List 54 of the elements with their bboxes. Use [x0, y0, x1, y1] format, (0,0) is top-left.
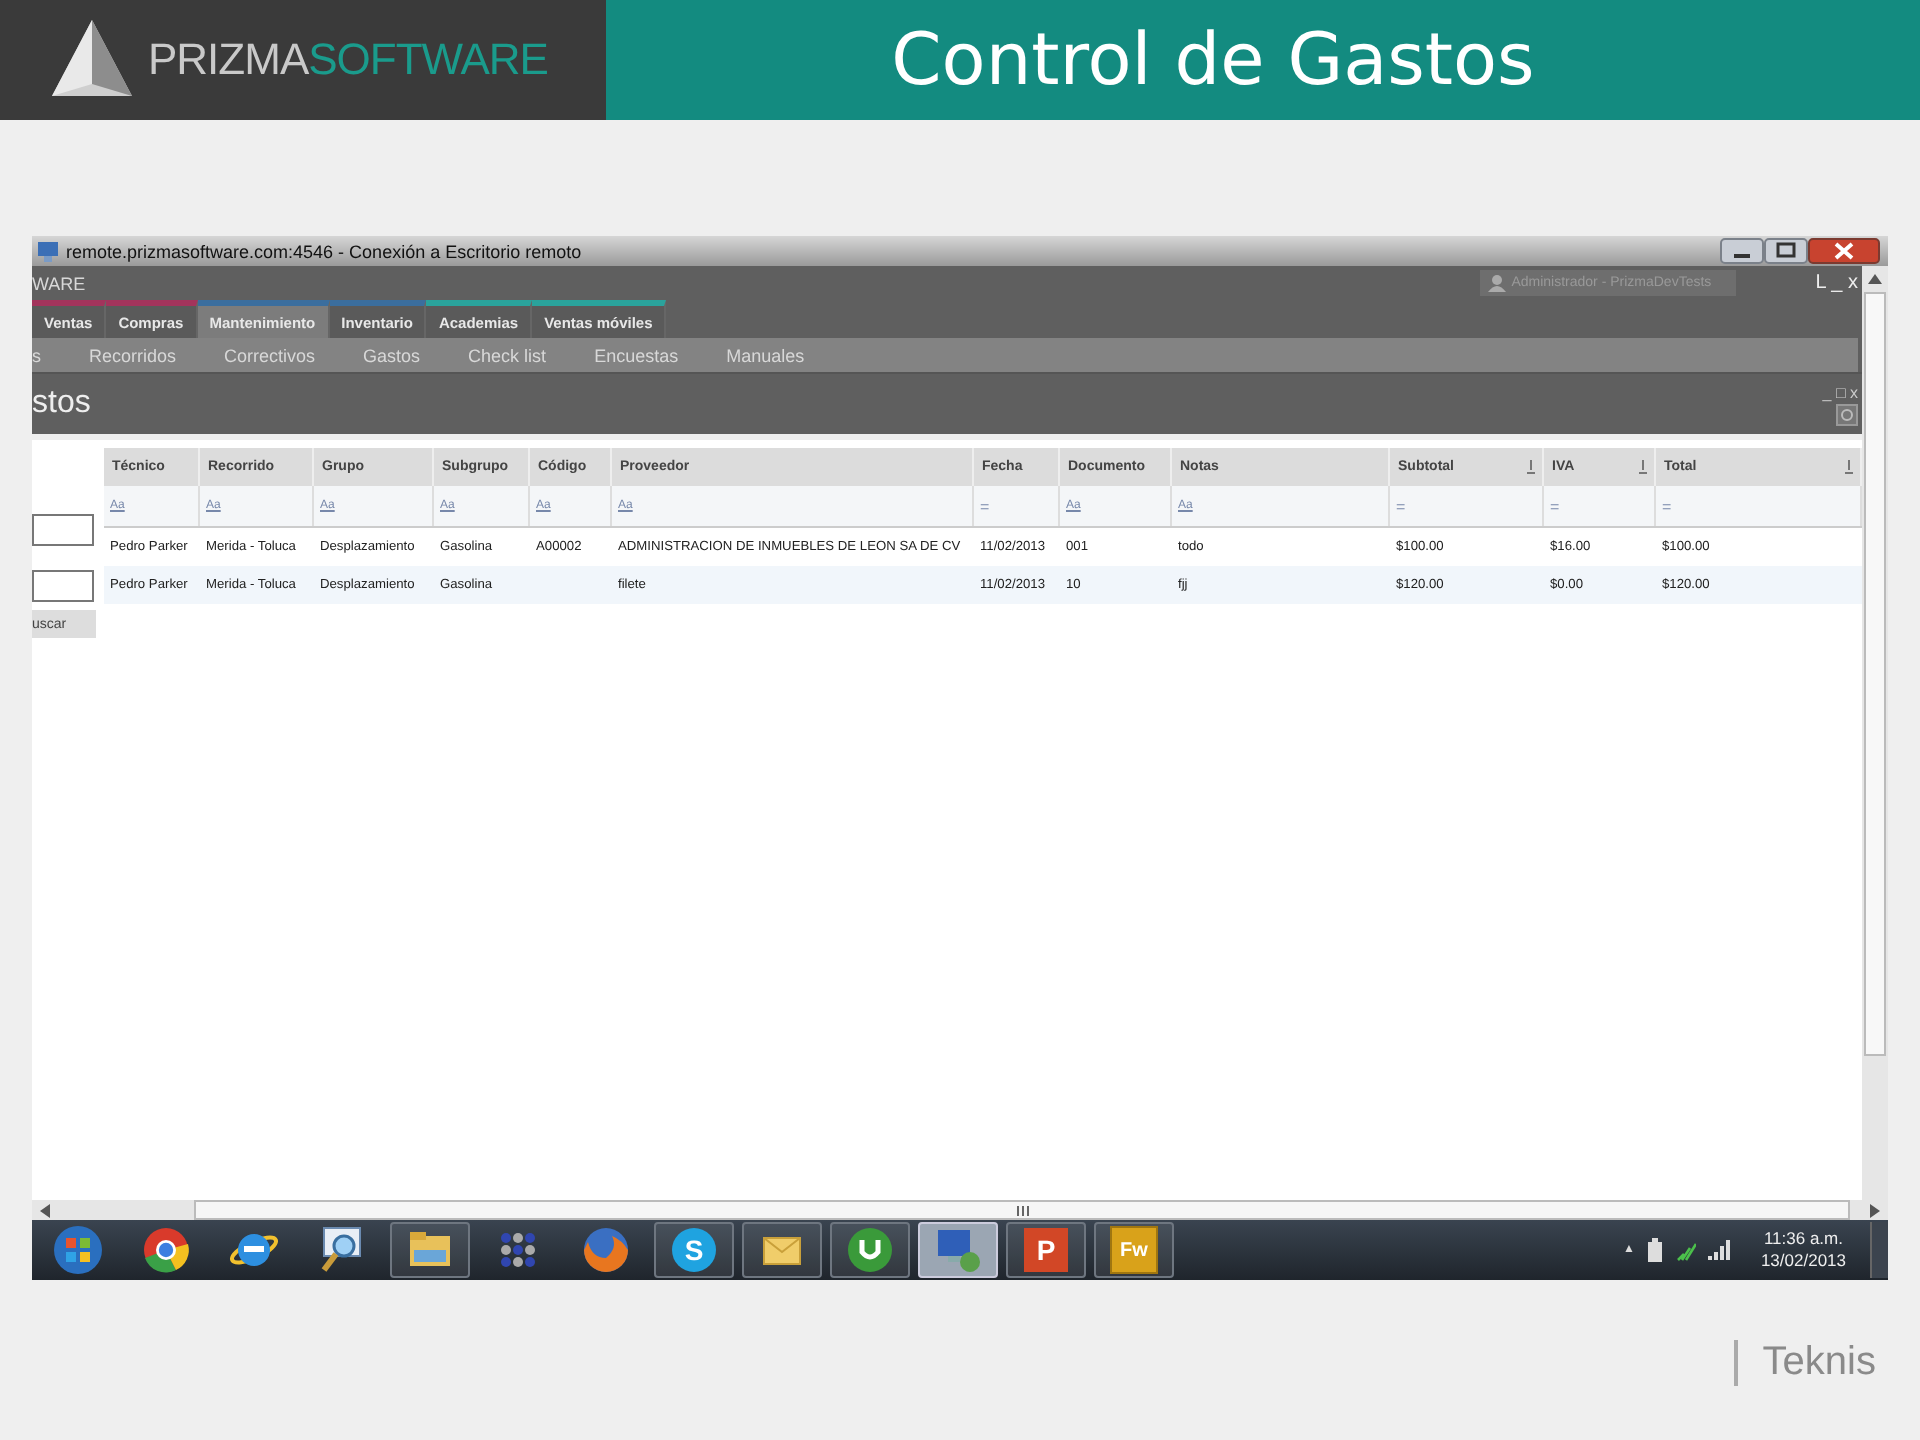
page-title: stos — [32, 386, 91, 422]
scroll-left-icon[interactable] — [40, 1203, 50, 1217]
pin-icon[interactable] — [1844, 460, 1854, 474]
torrent-icon — [842, 1222, 898, 1278]
submenu-item[interactable]: Check list — [468, 345, 547, 365]
taskbar-button[interactable] — [390, 1222, 470, 1278]
logo-text: PRIZMASOFTWARE — [148, 34, 548, 86]
close-icon[interactable] — [1808, 238, 1880, 264]
clock-date[interactable]: 13/02/2013 — [1760, 1250, 1846, 1272]
window-controls[interactable]: L _ x — [1815, 272, 1858, 294]
taskbar-button[interactable] — [742, 1222, 822, 1278]
submenu-item[interactable]: Encuestas — [594, 345, 679, 365]
refresh-icon[interactable] — [1836, 403, 1858, 425]
pin-icon[interactable] — [1526, 460, 1536, 474]
app-logo: Fw — [1110, 1226, 1158, 1274]
app-brand: WARE — [32, 273, 88, 293]
scroll-thumb[interactable] — [1864, 292, 1886, 1056]
clock-time[interactable]: 11:36 a.m. — [1763, 1228, 1843, 1250]
taskbar-button[interactable]: P — [1006, 1222, 1086, 1278]
filter-toggle[interactable]: = — [1662, 497, 1672, 515]
taskbar-button[interactable]: S — [654, 1222, 734, 1278]
submenu-item[interactable]: Recorridos — [89, 345, 177, 365]
slide-title: Control de Gastos — [891, 19, 1535, 101]
maximize-icon[interactable] — [1764, 238, 1808, 264]
app-logo: P — [1024, 1228, 1068, 1272]
submenu-item[interactable]: Manuales — [726, 345, 805, 365]
app-logo: S — [672, 1228, 716, 1272]
user-icon — [1487, 274, 1506, 292]
remote-desktop-icon — [36, 239, 60, 263]
taskbar-button[interactable]: Fw — [1094, 1222, 1174, 1278]
submenu-item[interactable]: Gastos — [363, 345, 421, 365]
filter-toggle[interactable]: = — [1550, 497, 1560, 515]
wifi-icon[interactable] — [1676, 1238, 1697, 1262]
scroll-right-icon[interactable] — [1870, 1203, 1880, 1217]
scroll-up-icon[interactable] — [1868, 274, 1882, 284]
filter-toggle[interactable]: = — [980, 497, 990, 515]
battery-icon[interactable] — [1646, 1238, 1665, 1262]
browser-icon — [138, 1222, 194, 1278]
grip-icon — [1015, 1205, 1029, 1215]
submenu-item[interactable]: Correctivos — [224, 345, 316, 365]
minimize-icon[interactable] — [1720, 238, 1764, 264]
filter-toggle[interactable]: = — [1396, 497, 1406, 515]
footer-brand: Teknis — [1734, 1340, 1876, 1386]
windows-logo-icon — [50, 1222, 106, 1278]
signal-icon[interactable] — [1708, 1240, 1733, 1260]
window-title: remote.prizmasoftware.com:4546 - Conexión a Escritorio remoto — [66, 241, 584, 261]
input-field[interactable] — [32, 514, 94, 546]
taskbar-button[interactable] — [830, 1222, 910, 1278]
input-field[interactable] — [32, 570, 94, 602]
globe-icon — [578, 1222, 634, 1278]
vertical-scrollbar[interactable] — [1862, 266, 1888, 1200]
pin-icon[interactable] — [1638, 460, 1648, 474]
submenu-item[interactable]: s — [32, 345, 41, 365]
panel-controls[interactable]: _ □ x — [1822, 383, 1858, 401]
